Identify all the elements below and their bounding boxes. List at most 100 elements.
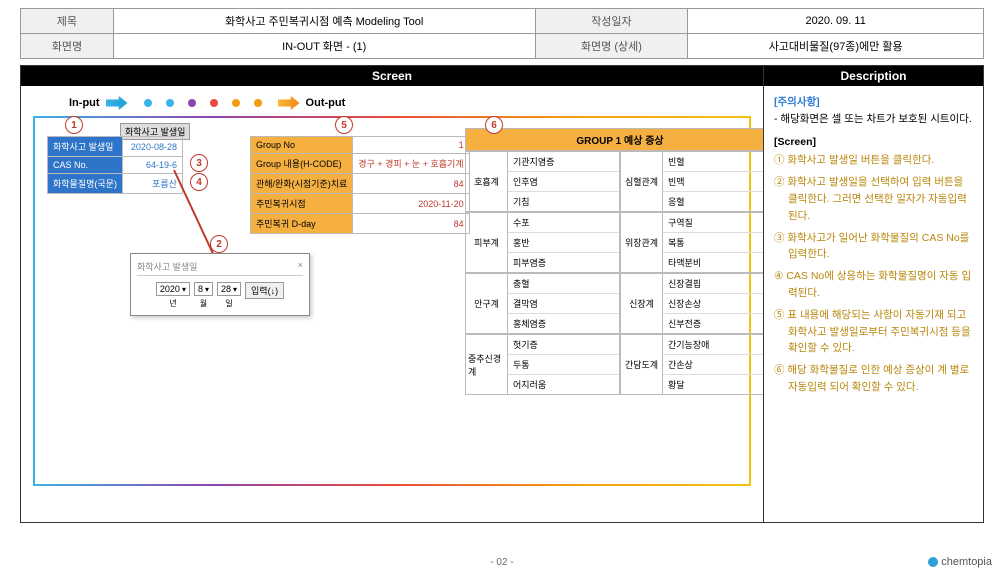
grp-r4-l: 주민복귀시점 (251, 194, 353, 214)
dot-icon (166, 99, 174, 107)
symptom-block: 피부계수포홍반피부염증 (465, 212, 620, 273)
inout-row: In-put Out-put (69, 96, 755, 110)
grp-r3-l: 관해/완화(시점기준)치료 (251, 174, 353, 194)
symptom-block: 신장계신장결핍신장손상신부전증 (620, 273, 763, 334)
symptom-category: 호흡계 (466, 152, 508, 211)
year-label: 년 (156, 298, 190, 309)
input-label: In-put (69, 97, 100, 109)
step-2: ② 화학사고 발생일을 선택하여 입력 버튼을 클릭한다. 그러면 선택한 일자… (774, 174, 973, 224)
symptom-item: 홍반 (508, 233, 619, 253)
dot-icon (144, 99, 152, 107)
symptom-item: 어지러움 (508, 375, 619, 394)
input-submit-button[interactable]: 입력(↓) (245, 282, 284, 299)
marker-1: 1 (65, 116, 83, 134)
symptom-item: 신장손상 (663, 294, 763, 314)
day-select[interactable]: 28 (217, 282, 241, 296)
grp-r5-l: 주민복귀 D-day (251, 214, 353, 234)
symptom-item: 헛기증 (508, 335, 619, 355)
symptom-item: 타액분비 (663, 253, 763, 272)
symptom-item: 기침 (508, 192, 619, 211)
grp-r4-v: 2020-11-20 (353, 194, 469, 214)
symptom-category: 중추신경계 (466, 335, 508, 394)
symptom-block: 중추신경계헛기증두통어지러움 (465, 334, 620, 395)
input-r2-label: CAS No. (48, 157, 123, 174)
brand-dot-icon (928, 557, 938, 567)
symptom-item: 빈혈 (663, 152, 763, 172)
page-number: - 02 - (0, 557, 1004, 568)
input-r3-label: 화학물질명(국문) (48, 174, 123, 194)
symptom-item: 홍체염증 (508, 314, 619, 333)
desc-note: - 해당화면은 셀 또는 차트가 보호된 시트이다. (774, 111, 973, 128)
symptom-item: 피부염증 (508, 253, 619, 272)
symptom-item: 수포 (508, 213, 619, 233)
symptom-item: 빈맥 (663, 172, 763, 192)
marker-4: 4 (190, 173, 208, 191)
dot-icon (254, 99, 262, 107)
symptom-item: 황달 (663, 375, 763, 394)
symptom-item: 신장결핍 (663, 274, 763, 294)
symptom-item: 구역질 (663, 213, 763, 233)
symptom-panel: GROUP 1 예상 증상 호흡계기관지염증인후염기침피부계수포홍반피부염증안구… (465, 128, 763, 395)
grp-r1-l: Group No (251, 137, 353, 154)
date-label: 작성일자 (535, 9, 688, 34)
symptom-block: 안구계충혈결막염홍체염증 (465, 273, 620, 334)
step-5: ⑤ 표 내용에 해당되는 사항이 자동기재 되고 화학사고 발생일로부터 주민복… (774, 307, 973, 357)
screen-header: Screen (21, 66, 763, 86)
symptom-item: 간손상 (663, 355, 763, 375)
title-label: 제목 (21, 9, 114, 34)
grp-r1-v: 1 (353, 137, 469, 154)
grp-r2-l: Group 내용(H-CODE) (251, 154, 353, 174)
output-label: Out-put (306, 97, 346, 109)
symptom-title: GROUP 1 예상 증상 (465, 128, 763, 151)
marker-2: 2 (210, 235, 228, 253)
title: 화학사고 주민복귀시점 예측 Modeling Tool (113, 9, 535, 34)
symptom-item: 결막염 (508, 294, 619, 314)
detail-label: 화면명 (상세) (535, 34, 688, 59)
brand-text: chemtopia (941, 556, 992, 568)
process-dots (144, 99, 262, 107)
symptom-item: 복통 (663, 233, 763, 253)
header-table: 제목 화학사고 주민복귀시점 예측 Modeling Tool 작성일자 202… (20, 8, 984, 59)
symptom-category: 심혈관계 (621, 152, 663, 211)
symptom-category: 신장계 (621, 274, 663, 333)
marker-5: 5 (335, 116, 353, 134)
grp-r2-v: 경구 + 경피 + 눈 + 호흡기계 (353, 154, 469, 174)
marker-3: 3 (190, 154, 208, 172)
input-r3-val: 포름산 (122, 174, 182, 194)
input-r1-val[interactable]: 2020-08-28 (122, 137, 182, 157)
input-table: 화학사고 발생일2020-08-28 CAS No.64-19-6 화학물질명(… (47, 136, 183, 194)
date-popup: 화학사고 발생일 × 2020년 8월 28일 입력(↓) (130, 253, 310, 316)
symptom-category: 위장관계 (621, 213, 663, 272)
screen-label: 화면명 (21, 34, 114, 59)
popup-title: 화학사고 발생일 (137, 260, 197, 273)
symptom-item: 두통 (508, 355, 619, 375)
dot-icon (188, 99, 196, 107)
grp-r5-v: 84 (353, 214, 469, 234)
symptom-block: 호흡계기관지염증인후염기침 (465, 151, 620, 212)
screen-detail: 사고대비물질(97종)에만 활용 (688, 34, 984, 59)
symptom-block: 위장관계구역질복통타액분비 (620, 212, 763, 273)
step-1: ① 화학사고 발생일 버튼을 클릭한다. (774, 152, 973, 169)
rainbow-frame: 1 2 3 4 5 6 화학사고 발생일 화학사고 발생일2020-08-28 … (33, 116, 751, 486)
symptom-item: 간기능장애 (663, 335, 763, 355)
desc-warn: [주의사항] (774, 94, 973, 111)
symptom-block: 간담도계간기능장애간손상황달 (620, 334, 763, 395)
group-table: Group No1 Group 내용(H-CODE)경구 + 경피 + 눈 + … (250, 136, 470, 234)
symptom-item: 충혈 (508, 274, 619, 294)
symptom-category: 안구계 (466, 274, 508, 333)
brand-logo: chemtopia (928, 556, 992, 568)
day-label: 일 (217, 298, 241, 309)
screen-name: IN-OUT 화면 - (1) (113, 34, 535, 59)
year-select[interactable]: 2020 (156, 282, 190, 296)
close-icon[interactable]: × (298, 260, 303, 273)
symptom-item: 인후염 (508, 172, 619, 192)
desc-sect: [Screen] (774, 134, 973, 151)
step-3: ③ 화학사고가 일어난 화학물질의 CAS No를 입력한다. (774, 230, 973, 264)
month-select[interactable]: 8 (194, 282, 213, 296)
symptom-category: 간담도계 (621, 335, 663, 394)
desc-header: Description (764, 66, 983, 86)
symptom-block: 심혈관계빈혈빈맥응혈 (620, 151, 763, 212)
date: 2020. 09. 11 (688, 9, 984, 34)
step-6: ⑥ 해당 화학물질로 인한 예상 증상이 계 별로 자동입력 되어 확인할 수 … (774, 362, 973, 396)
dot-icon (232, 99, 240, 107)
